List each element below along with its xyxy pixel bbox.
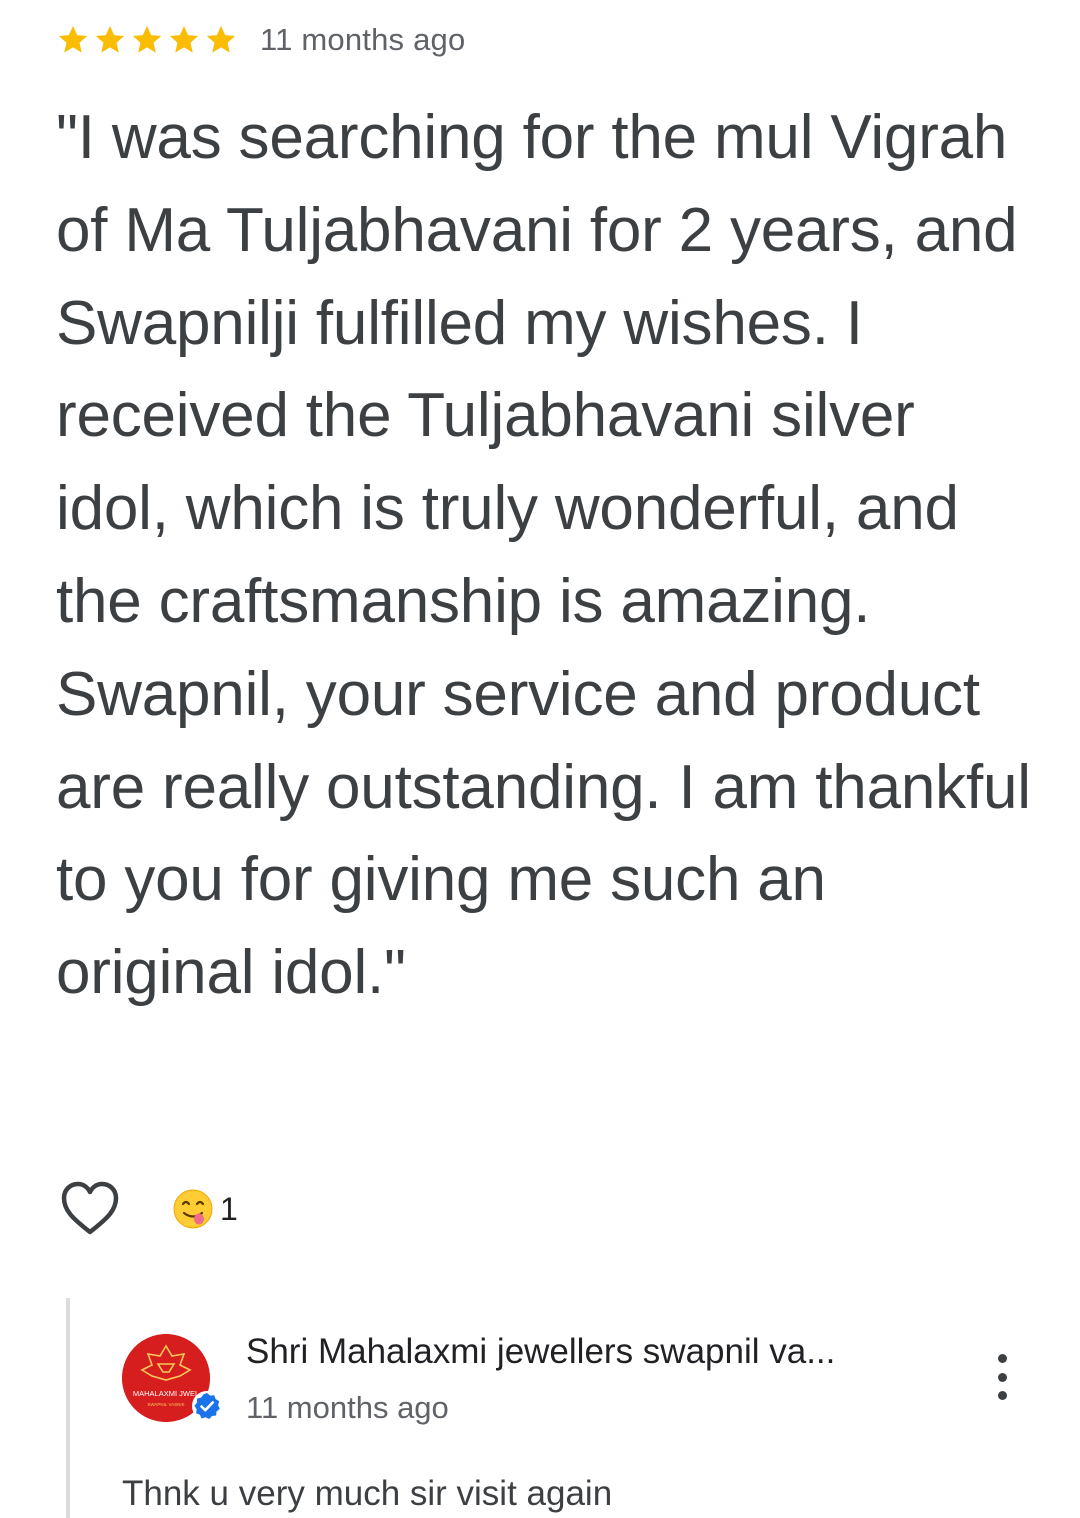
reply-time: 11 months ago xyxy=(246,1390,449,1425)
star-icon xyxy=(95,25,125,53)
reactions-row: 1 xyxy=(60,1180,238,1238)
savoring-food-emoji-icon xyxy=(173,1189,213,1229)
star-icon xyxy=(206,25,236,53)
star-icon xyxy=(132,25,162,53)
more-vert-icon[interactable] xyxy=(992,1354,1012,1400)
reply-text: Thnk u very much sir visit again xyxy=(122,1474,613,1513)
star-icon xyxy=(169,25,199,53)
rating-row: 11 months ago xyxy=(56,22,465,58)
owner-name[interactable]: Shri Mahalaxmi jewellers swapnil va... xyxy=(246,1332,946,1372)
review-text: "I was searching for the mul Vigrah of M… xyxy=(56,103,1031,1008)
avatar-sublabel: SWAPNIL VASNIK xyxy=(147,1402,184,1407)
star-rating xyxy=(56,23,238,57)
emoji-reaction[interactable]: 1 xyxy=(172,1188,238,1230)
dot xyxy=(997,1354,1007,1363)
star-icon xyxy=(58,25,88,53)
emoji-count: 1 xyxy=(220,1190,238,1227)
owner-reply: MAHALAXMI JWEL SWAPNIL VASNIK Shri Mahal… xyxy=(66,1298,1066,1518)
review-card: 11 months ago "I was searching for the m… xyxy=(0,0,1080,1518)
verified-badge-icon xyxy=(192,1391,222,1421)
avatar-label: MAHALAXMI JWEL xyxy=(133,1389,199,1398)
dot xyxy=(997,1372,1007,1382)
review-time: 11 months ago xyxy=(260,22,466,57)
dot xyxy=(997,1391,1007,1400)
heart-outline-icon[interactable] xyxy=(60,1180,120,1238)
